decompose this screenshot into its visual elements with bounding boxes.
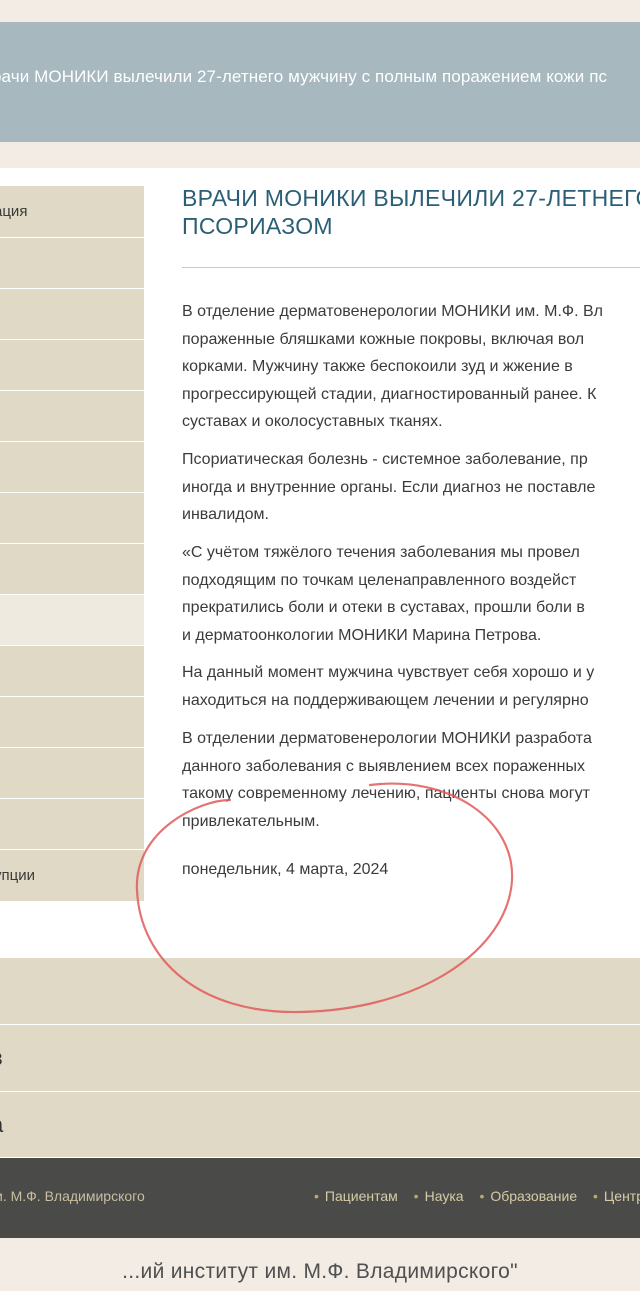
title-divider	[182, 267, 640, 268]
sidebar-item-label: ация	[0, 203, 28, 220]
footer-institute-name: и. М.Ф. Владимирского	[0, 1188, 145, 1204]
browser-page-title: ...ий институт им. М.Ф. Владимирского"	[122, 1260, 518, 1283]
article-title-line: ПСОРИАЗОМ	[182, 213, 333, 239]
paragraph-line: привлекательным.	[182, 812, 320, 830]
footer-link-center[interactable]: • Центр	[593, 1188, 640, 1204]
bullet-icon: •	[413, 1188, 419, 1204]
footer-link-education[interactable]: • Образование	[479, 1188, 577, 1204]
article-date: понедельник, 4 марта, 2024	[182, 861, 389, 878]
sidebar-item[interactable]	[0, 238, 144, 289]
sidebar-item[interactable]	[0, 493, 144, 544]
paragraph-line: В отделение дерматовенерологии МОНИКИ им…	[182, 303, 603, 320]
footer-link-patients[interactable]: • Пациентам	[314, 1188, 398, 1204]
bullet-icon: •	[593, 1188, 598, 1204]
paragraph-line: и дерматоонкологии МОНИКИ Марина Петрова…	[182, 626, 542, 644]
sidebar-item[interactable]: ация	[0, 186, 144, 238]
sidebar-item[interactable]	[0, 442, 144, 493]
paragraph-line: На данный момент мужчина чувствует себя …	[182, 664, 595, 681]
article-title: ВРАЧИ МОНИКИ ВЫЛЕЧИЛИ 27-ЛЕТНЕГО ПСОРИАЗ…	[182, 184, 640, 240]
footer-link-science[interactable]: • Наука	[414, 1188, 464, 1204]
bullet-icon: •	[479, 1188, 485, 1204]
paragraph-line: подходящим по точкам целенаправленного в…	[182, 571, 577, 589]
top-strip	[0, 0, 640, 22]
paragraph-line: инвалидом.	[182, 506, 269, 523]
article-paragraph: Псориатическая болезнь - системное забол…	[182, 446, 640, 529]
paragraph-line: прекратились боли и отеки в суставах, пр…	[182, 599, 585, 616]
paragraph-line: находиться на поддерживающем лечении и р…	[182, 691, 589, 709]
footer-nav: • Пациентам • Наука • Образование • Центр	[314, 1188, 640, 1204]
sidebar-item[interactable]	[0, 544, 144, 595]
article-title-line: ВРАЧИ МОНИКИ ВЫЛЕЧИЛИ 27-ЛЕТНЕГО	[182, 185, 640, 211]
sidebar-item[interactable]	[0, 697, 144, 748]
paragraph-line: пораженные бляшками кожные покровы, вклю…	[182, 330, 585, 348]
paragraph-line: суставах и околосуставных тканях.	[182, 413, 443, 430]
paragraph-line: «С учётом тяжёлого течения заболевания м…	[182, 544, 580, 561]
banner-title: рачи МОНИКИ вылечили 27-летнего мужчину …	[0, 67, 608, 86]
sidebar: ация упции	[0, 186, 144, 902]
page-banner: рачи МОНИКИ вылечили 27-летнего мужчину …	[0, 22, 640, 142]
paragraph-line: данного заболевания с выявлением всех по…	[182, 757, 585, 775]
sidebar-item[interactable]	[0, 646, 144, 697]
paragraph-line: Псориатическая болезнь - системное забол…	[182, 451, 588, 468]
site-footer: и. М.Ф. Владимирского • Пациентам • Наука …	[0, 1158, 640, 1238]
sidebar-item[interactable]	[0, 391, 144, 442]
article-paragraph: На данный момент мужчина чувствует себя …	[182, 659, 640, 714]
banner-gap	[0, 142, 640, 168]
sidebar-item[interactable]: упции	[0, 850, 144, 902]
sidebar-item[interactable]	[0, 289, 144, 340]
sidebar-item[interactable]	[0, 799, 144, 850]
footer-link-label: Центр	[603, 1188, 640, 1204]
footer-link-label: Пациентам	[324, 1188, 398, 1204]
sidebar-item-active[interactable]	[0, 595, 144, 646]
sidebar-item-label: упции	[0, 867, 35, 884]
footer-link-label: Образование	[490, 1188, 578, 1204]
paragraph-line: корками. Мужчину также беспокоили зуд и …	[182, 358, 573, 375]
paragraph-line: иногда и внутренние органы. Если диагноз…	[182, 478, 596, 496]
sidebar-item[interactable]	[0, 748, 144, 799]
bullet-icon: •	[314, 1188, 319, 1204]
footer-link-label: Наука	[424, 1188, 464, 1204]
article-paragraph: «С учётом тяжёлого течения заболевания м…	[182, 539, 640, 649]
article-paragraph: В отделении дерматовенерологии МОНИКИ ра…	[182, 725, 640, 835]
paragraph-line: такому современному лечению, пациенты сн…	[182, 785, 590, 802]
paragraph-line: В отделении дерматовенерологии МОНИКИ ра…	[182, 730, 592, 747]
paragraph-line: прогрессирующей стадии, диагностированны…	[182, 385, 597, 403]
accordion-label: в	[0, 1045, 3, 1071]
accordion-row[interactable]: в	[0, 1025, 640, 1092]
accordion-label: а	[0, 1112, 3, 1138]
accordion-row[interactable]: а	[0, 1092, 640, 1158]
article-paragraph: В отделение дерматовенерологии МОНИКИ им…	[182, 298, 640, 436]
accordion-row[interactable]	[0, 958, 640, 1025]
sidebar-item[interactable]	[0, 340, 144, 391]
